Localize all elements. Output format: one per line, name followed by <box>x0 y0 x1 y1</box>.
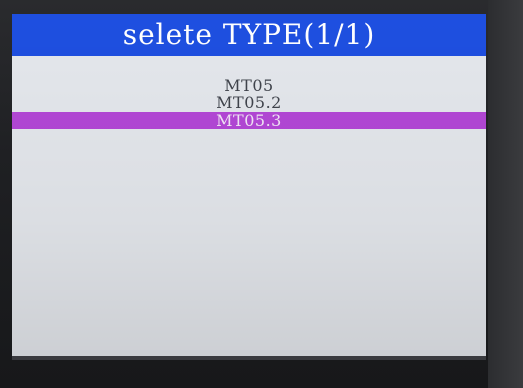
screen-glare <box>12 14 486 356</box>
list-item-mt05-2[interactable]: MT05.2 <box>12 93 486 112</box>
list-item-mt05-3-selected[interactable]: MT05.3 <box>12 111 486 130</box>
screen-title: selete TYPE(1/1) <box>12 14 486 56</box>
device-bezel-edge <box>488 0 523 388</box>
type-list: MT05 MT05.2 MT05.3 <box>12 76 486 130</box>
lcd-screen: selete TYPE(1/1) MT05 MT05.2 MT05.3 <box>12 14 486 356</box>
screen-bottom-edge <box>12 356 486 360</box>
list-item-mt05[interactable]: MT05 <box>12 76 486 95</box>
